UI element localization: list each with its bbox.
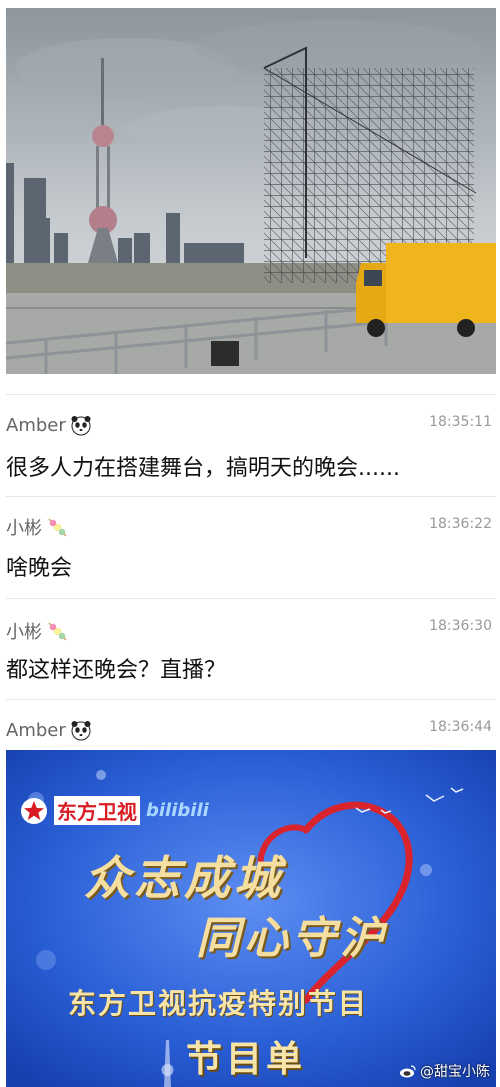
message-time: 18:36:44 xyxy=(429,719,492,735)
sender-row: Amber xyxy=(6,719,92,741)
dragon-tv-star-icon xyxy=(21,797,47,824)
poster-subtitle: 东方卫视抗疫特别节目 xyxy=(68,987,369,1020)
sender-name: 小彬 xyxy=(6,622,42,643)
program-poster-image[interactable]: 东方卫视 bilibili 众志成城 同心守沪 东方卫视抗疫特别节目 节目单 @… xyxy=(6,750,496,1087)
message-text: 很多人力在搭建舞台，搞明天的晚会...... xyxy=(6,456,400,481)
panda-icon xyxy=(71,416,91,436)
message-text: 啥晚会 xyxy=(6,556,73,581)
chat-message[interactable]: 小彬 18:36:30 都这样还晚会？直播？ xyxy=(0,598,500,699)
skewer-icon xyxy=(48,518,67,537)
logo-row: 东方卫视 bilibili xyxy=(20,796,209,825)
watermark-text: @甜宝小陈 xyxy=(420,1064,490,1080)
bilibili-logo: bilibili xyxy=(146,800,209,821)
chat-message[interactable]: 小彬 18:36:22 啥晚会 xyxy=(0,496,500,598)
chat-message[interactable]: Amber 18:35:11 很多人力在搭建舞台，搞明天的晚会...... xyxy=(0,394,500,496)
chat-message[interactable]: Amber 18:36:44 xyxy=(0,699,500,749)
message-text: 都这样还晚会？直播？ xyxy=(6,658,227,683)
poster-program-label: 节目单 xyxy=(186,1039,307,1080)
watermark: @甜宝小陈 xyxy=(399,1061,490,1081)
channel-logo: 东方卫视 xyxy=(54,796,140,825)
stage-construction-photo[interactable] xyxy=(6,8,496,374)
sender-name: 小彬 xyxy=(6,518,42,539)
message-time: 18:35:11 xyxy=(429,414,492,430)
divider xyxy=(6,496,496,497)
divider xyxy=(6,598,496,599)
sender-row: 小彬 xyxy=(6,618,68,644)
weibo-icon xyxy=(400,1065,416,1078)
sender-row: Amber xyxy=(6,414,92,436)
poster-title-line1: 众志成城 xyxy=(84,851,284,905)
skyline-scaffold-illustration xyxy=(6,8,496,374)
sender-name: Amber xyxy=(6,719,66,741)
divider xyxy=(6,699,496,700)
message-time: 18:36:30 xyxy=(429,618,492,634)
divider xyxy=(6,394,496,395)
sender-row: 小彬 xyxy=(6,514,68,540)
panda-icon xyxy=(71,721,91,741)
sender-name: Amber xyxy=(6,414,66,436)
poster-title-line2: 同心守沪 xyxy=(196,913,388,964)
skewer-icon xyxy=(48,622,67,641)
message-time: 18:36:22 xyxy=(429,516,492,532)
